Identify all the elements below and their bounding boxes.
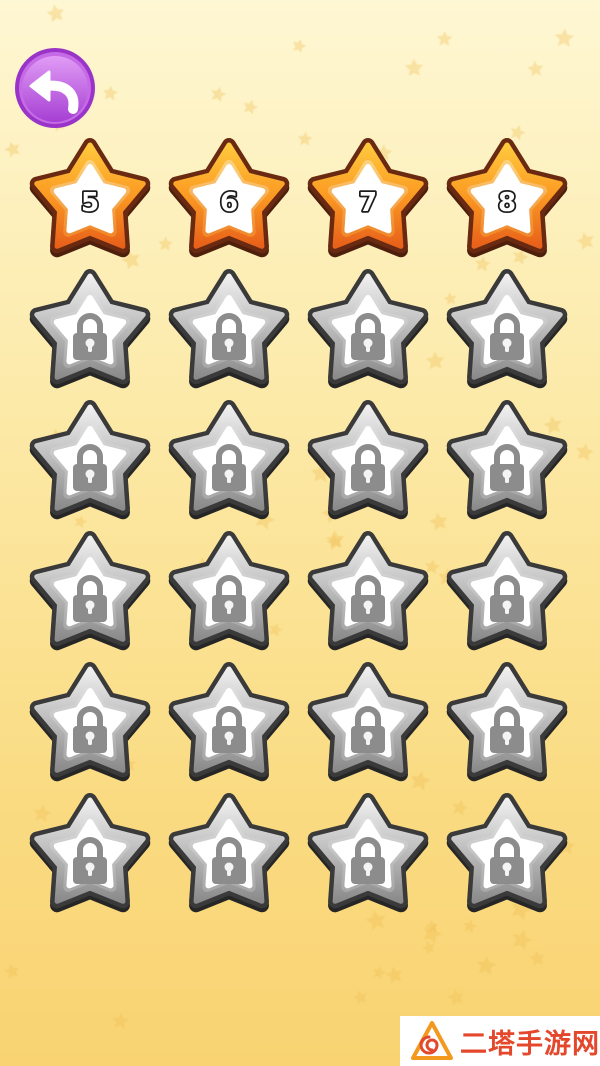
grey-star-icon [168,269,290,389]
level-button-7[interactable]: 7 [302,137,434,262]
level-button-8[interactable]: 8 [441,137,573,262]
orange-star-icon: 8 [446,138,568,258]
background-star-icon [576,231,595,251]
background-star-icon [463,919,478,934]
grey-star-icon [307,400,429,520]
level-button-6[interactable]: 6 [163,137,295,262]
watermark-logo-icon [411,1021,453,1060]
background-star-icon [476,955,497,976]
back-button[interactable] [14,47,96,129]
locked-level-button[interactable] [163,661,295,786]
level-button-5[interactable]: 5 [24,137,156,262]
grey-star-icon [29,662,151,782]
locked-level-button[interactable] [24,268,156,393]
grey-star-icon [29,531,151,651]
grey-star-icon [29,400,151,520]
grey-star-icon [307,793,429,913]
grey-star-icon [168,793,290,913]
locked-level-button[interactable] [441,530,573,655]
locked-level-button[interactable] [163,399,295,524]
background-star-icon [3,963,20,979]
level-grid: 5 6 7 8 [24,137,573,917]
grey-star-icon [29,269,151,389]
watermark-text: 二塔手游网 [460,1028,600,1060]
level-number: 8 [498,188,516,218]
grey-star-icon [446,400,568,520]
locked-level-button[interactable] [302,399,434,524]
background-star-icon [352,989,368,1005]
background-star-icon [404,58,424,77]
grey-star-icon [168,662,290,782]
locked-level-button[interactable] [302,792,434,917]
background-star-icon [4,141,21,158]
grey-star-icon [307,269,429,389]
grey-star-icon [29,793,151,913]
locked-level-button[interactable] [302,661,434,786]
background-star-icon [210,86,227,103]
background-star-icon [554,28,575,47]
orange-star-icon: 5 [29,138,151,258]
grey-star-icon [446,269,568,389]
orange-star-icon: 7 [307,138,429,258]
locked-level-button[interactable] [302,268,434,393]
grey-star-icon [446,531,568,651]
background-star-icon [527,60,544,77]
locked-level-button[interactable] [24,661,156,786]
orange-star-icon: 6 [168,138,290,258]
locked-level-button[interactable] [24,792,156,917]
background-star-icon [512,929,533,950]
background-star-icon [102,85,119,101]
locked-level-button[interactable] [163,792,295,917]
level-number: 5 [81,188,99,218]
background-star-icon [111,1012,130,1030]
background-star-icon [575,442,595,462]
background-star-icon [447,988,465,1006]
locked-level-button[interactable] [441,399,573,524]
background-star-icon [436,30,453,47]
background-star-icon [528,950,546,967]
level-number: 6 [220,188,238,218]
locked-level-button[interactable] [302,530,434,655]
background-star-icon [372,965,386,980]
background-star-icon [243,99,259,115]
background-star-icon [292,38,307,54]
watermark: 二塔手游网 [400,1016,600,1066]
grey-star-icon [446,793,568,913]
grey-star-icon [168,531,290,651]
level-number: 7 [359,188,377,218]
locked-level-button[interactable] [163,268,295,393]
grey-star-icon [307,662,429,782]
background-star-icon [46,4,65,23]
grey-star-icon [307,531,429,651]
locked-level-button[interactable] [441,661,573,786]
locked-level-button[interactable] [163,530,295,655]
grey-star-icon [446,662,568,782]
background-star-icon [385,966,403,984]
locked-level-button[interactable] [24,530,156,655]
back-button-circle [15,48,95,128]
locked-level-button[interactable] [441,268,573,393]
grey-star-icon [168,400,290,520]
locked-level-button[interactable] [24,399,156,524]
locked-level-button[interactable] [441,792,573,917]
